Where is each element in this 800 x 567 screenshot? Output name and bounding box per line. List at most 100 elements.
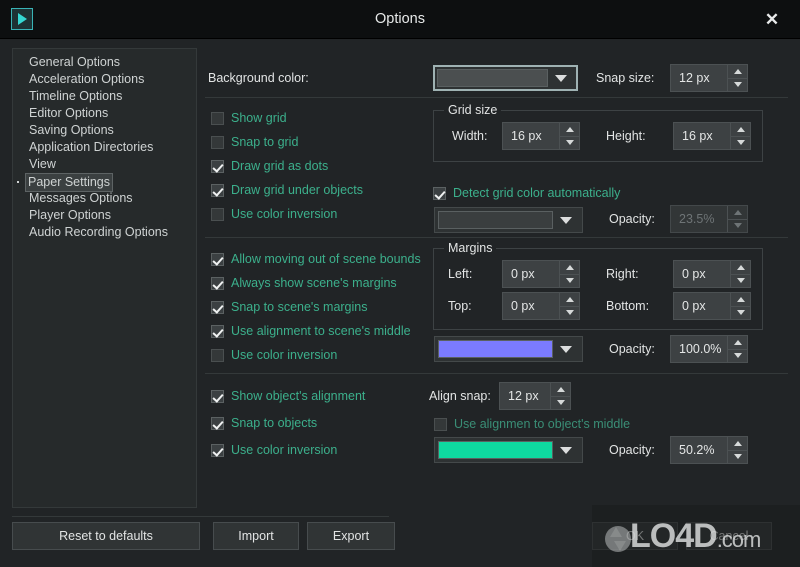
checkbox-snap-to-scenes-margins[interactable]: Snap to scene's margins xyxy=(211,299,368,315)
sidebar-item-player-options[interactable]: Player Options xyxy=(13,207,196,224)
stepper-arrows[interactable] xyxy=(727,336,747,362)
sidebar-item-messages-options[interactable]: Messages Options xyxy=(13,190,196,207)
margin-right-value[interactable]: 0 px xyxy=(674,261,730,287)
margin-top-value[interactable]: 0 px xyxy=(503,293,559,319)
close-icon[interactable]: ✕ xyxy=(744,0,800,39)
grid-height-stepper[interactable]: 16 px xyxy=(673,122,751,150)
stepper-down-icon[interactable] xyxy=(560,135,579,150)
checkbox-box[interactable] xyxy=(433,186,446,200)
ok-button[interactable]: OK xyxy=(592,522,678,550)
checkbox-box[interactable] xyxy=(434,417,447,431)
stepper-down-icon[interactable] xyxy=(560,305,579,320)
sidebar-item-application-directories[interactable]: Application Directories xyxy=(13,139,196,156)
stepper-arrows[interactable] xyxy=(727,206,747,232)
sidebar-item-general-options[interactable]: General Options xyxy=(13,54,196,71)
checkbox-draw-grid-under-objects[interactable]: Draw grid under objects xyxy=(211,182,363,198)
background-color-combo[interactable] xyxy=(433,65,578,91)
stepper-down-icon[interactable] xyxy=(728,218,747,233)
checkbox-draw-grid-as-dots[interactable]: Draw grid as dots xyxy=(211,158,328,174)
checkbox-show-grid[interactable]: Show grid xyxy=(211,110,287,126)
checkbox-box[interactable] xyxy=(211,183,224,197)
stepper-up-icon[interactable] xyxy=(731,261,750,274)
grid-height-value[interactable]: 16 px xyxy=(674,123,730,149)
checkbox-snap-to-grid[interactable]: Snap to grid xyxy=(211,134,298,150)
object-opacity-value[interactable]: 50.2% xyxy=(671,437,727,463)
margin-right-stepper[interactable]: 0 px xyxy=(673,260,751,288)
checkbox-box[interactable] xyxy=(211,389,224,403)
stepper-arrows[interactable] xyxy=(559,261,579,287)
stepper-up-icon[interactable] xyxy=(728,206,747,219)
snap-size-stepper[interactable]: 12 px xyxy=(670,64,748,92)
stepper-down-icon[interactable] xyxy=(560,273,579,288)
margin-bottom-value[interactable]: 0 px xyxy=(674,293,730,319)
margin-left-stepper[interactable]: 0 px xyxy=(502,260,580,288)
checkbox-use-alignment-to-scenes-middle[interactable]: Use alignment to scene's middle xyxy=(211,323,411,339)
margin-top-stepper[interactable]: 0 px xyxy=(502,292,580,320)
stepper-up-icon[interactable] xyxy=(728,336,747,349)
object-alignment-color-combo[interactable] xyxy=(434,437,583,463)
stepper-arrows[interactable] xyxy=(730,293,750,319)
checkbox-always-show-scenes-margins[interactable]: Always show scene's margins xyxy=(211,275,397,291)
stepper-up-icon[interactable] xyxy=(731,293,750,306)
align-snap-stepper[interactable]: 12 px xyxy=(499,382,571,410)
import-button[interactable]: Import xyxy=(213,522,299,550)
stepper-down-icon[interactable] xyxy=(728,449,747,464)
margin-bottom-stepper[interactable]: 0 px xyxy=(673,292,751,320)
checkbox-snap-to-objects[interactable]: Snap to objects xyxy=(211,415,317,431)
stepper-down-icon[interactable] xyxy=(551,395,570,410)
stepper-down-icon[interactable] xyxy=(731,135,750,150)
stepper-arrows[interactable] xyxy=(727,65,747,91)
settings-category-list[interactable]: General Options Acceleration Options Tim… xyxy=(12,48,197,508)
grid-width-value[interactable]: 16 px xyxy=(503,123,559,149)
stepper-up-icon[interactable] xyxy=(728,437,747,450)
sidebar-item-editor-options[interactable]: Editor Options xyxy=(13,105,196,122)
checkbox-detect-grid-color-automatically[interactable]: Detect grid color automatically xyxy=(433,185,620,201)
sidebar-item-audio-recording-options[interactable]: Audio Recording Options xyxy=(13,224,196,241)
checkbox-box[interactable] xyxy=(211,252,224,266)
sidebar-item-view[interactable]: View xyxy=(13,156,196,173)
checkbox-box[interactable] xyxy=(211,300,224,314)
export-button[interactable]: Export xyxy=(307,522,395,550)
stepper-up-icon[interactable] xyxy=(560,293,579,306)
checkbox-grid-use-color-inversion[interactable]: Use color inversion xyxy=(211,206,337,222)
stepper-down-icon[interactable] xyxy=(728,77,747,92)
checkbox-box[interactable] xyxy=(211,324,224,338)
grid-color-combo[interactable] xyxy=(434,207,583,233)
stepper-down-icon[interactable] xyxy=(731,305,750,320)
stepper-arrows[interactable] xyxy=(550,383,570,409)
stepper-up-icon[interactable] xyxy=(728,65,747,78)
stepper-arrows[interactable] xyxy=(730,123,750,149)
stepper-up-icon[interactable] xyxy=(560,123,579,136)
margin-left-value[interactable]: 0 px xyxy=(503,261,559,287)
stepper-up-icon[interactable] xyxy=(551,383,570,396)
stepper-arrows[interactable] xyxy=(559,123,579,149)
checkbox-box[interactable] xyxy=(211,348,224,362)
stepper-down-icon[interactable] xyxy=(728,348,747,363)
sidebar-item-timeline-options[interactable]: Timeline Options xyxy=(13,88,196,105)
sidebar-item-paper-settings[interactable]: Paper Settings xyxy=(13,173,196,192)
scene-margin-color-combo[interactable] xyxy=(434,336,583,362)
checkbox-box[interactable] xyxy=(211,416,224,430)
checkbox-box[interactable] xyxy=(211,111,224,125)
checkbox-box[interactable] xyxy=(211,276,224,290)
scene-opacity-value[interactable]: 100.0% xyxy=(671,336,727,362)
checkbox-box[interactable] xyxy=(211,159,224,173)
stepper-down-icon[interactable] xyxy=(731,273,750,288)
sidebar-item-saving-options[interactable]: Saving Options xyxy=(13,122,196,139)
grid-opacity-value[interactable]: 23.5% xyxy=(671,206,727,232)
object-opacity-stepper[interactable]: 50.2% xyxy=(670,436,748,464)
checkbox-allow-moving-out-of-scene-bounds[interactable]: Allow moving out of scene bounds xyxy=(211,251,421,267)
checkbox-box[interactable] xyxy=(211,207,224,221)
stepper-arrows[interactable] xyxy=(730,261,750,287)
align-snap-value[interactable]: 12 px xyxy=(500,383,550,409)
grid-opacity-stepper[interactable]: 23.5% xyxy=(670,205,748,233)
checkbox-use-alignment-to-objects-middle[interactable]: Use alignmen to object's middle xyxy=(434,416,630,432)
sidebar-item-acceleration-options[interactable]: Acceleration Options xyxy=(13,71,196,88)
checkbox-box[interactable] xyxy=(211,443,224,457)
stepper-up-icon[interactable] xyxy=(731,123,750,136)
grid-width-stepper[interactable]: 16 px xyxy=(502,122,580,150)
stepper-arrows[interactable] xyxy=(559,293,579,319)
reset-to-defaults-button[interactable]: Reset to defaults xyxy=(12,522,200,550)
checkbox-object-use-color-inversion[interactable]: Use color inversion xyxy=(211,442,337,458)
stepper-up-icon[interactable] xyxy=(560,261,579,274)
